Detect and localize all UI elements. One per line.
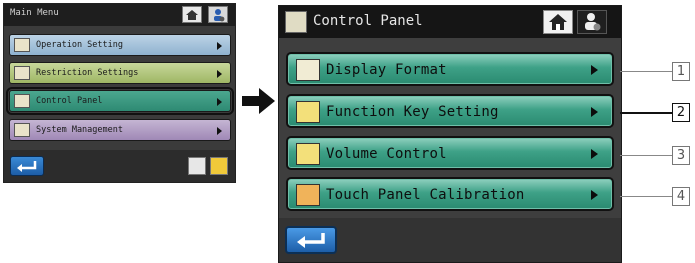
callout-line (620, 112, 672, 114)
control-panel-screen: Control Panel Display Format Function Ke… (278, 5, 622, 263)
menu-item-operation-setting[interactable]: Operation Setting (9, 34, 231, 56)
display-format-icon (296, 59, 320, 81)
menu-item-label: Restriction Settings (36, 68, 139, 78)
tools-icon[interactable] (210, 157, 228, 175)
page-title: Control Panel (313, 13, 423, 29)
item-label: Display Format (326, 62, 447, 78)
control-panel-icon (14, 94, 30, 108)
menu-item-control-panel[interactable]: Control Panel (6, 87, 234, 115)
menu-item-label: System Management (36, 125, 123, 135)
user-settings-icon[interactable] (208, 6, 228, 23)
return-arrow-icon (297, 233, 325, 248)
arrow-right-icon (591, 190, 598, 200)
arrow-right-icon (591, 107, 598, 117)
user-settings-button[interactable] (577, 10, 607, 34)
back-button[interactable] (10, 156, 44, 176)
arrow-right-icon (217, 127, 222, 135)
user-settings-icon (585, 13, 601, 31)
callout-line (620, 71, 672, 72)
restriction-settings-icon (14, 66, 30, 80)
callout-line (620, 155, 672, 156)
menu-item-system-management[interactable]: System Management (9, 119, 231, 141)
main-menu-title: Main Menu (10, 8, 59, 18)
display-format-button[interactable]: Display Format (286, 52, 614, 86)
touch-calibration-icon (296, 184, 320, 206)
control-panel-icon (285, 11, 307, 33)
system-management-icon (14, 123, 30, 137)
home-icon[interactable] (182, 6, 202, 23)
volume-control-button[interactable]: Volume Control (286, 136, 614, 170)
home-button[interactable] (543, 10, 573, 34)
back-button[interactable] (285, 226, 337, 254)
arrow-right-icon (591, 149, 598, 159)
home-icon (549, 14, 567, 30)
menu-item-label: Operation Setting (36, 40, 123, 50)
navigation-arrow-icon (242, 88, 275, 114)
item-label: Volume Control (326, 146, 447, 162)
menu-item-label: Control Panel (36, 96, 103, 106)
function-key-setting-button[interactable]: Function Key Setting (286, 94, 614, 128)
callout-4: 4 (672, 187, 690, 206)
function-key-icon (296, 101, 320, 123)
arrow-right-icon (217, 98, 222, 106)
volume-icon (296, 143, 320, 165)
operation-setting-icon (14, 38, 30, 52)
arrow-right-icon (217, 70, 222, 78)
control-panel-header: Control Panel (279, 6, 621, 38)
callout-1: 1 (672, 62, 690, 81)
callout-line (620, 196, 672, 197)
callout-3: 3 (672, 146, 690, 165)
item-label: Touch Panel Calibration (326, 187, 525, 203)
main-menu-header: Main Menu (4, 4, 235, 26)
arrow-right-icon (217, 42, 222, 50)
main-menu-footer (4, 150, 235, 182)
return-arrow-icon (17, 161, 37, 172)
maintenance-icon[interactable] (188, 157, 206, 175)
control-panel-footer (279, 218, 621, 262)
item-label: Function Key Setting (326, 104, 499, 120)
menu-item-restriction-settings[interactable]: Restriction Settings (9, 62, 231, 84)
touch-panel-calibration-button[interactable]: Touch Panel Calibration (286, 177, 614, 211)
callout-2: 2 (672, 103, 690, 122)
arrow-right-icon (591, 65, 598, 75)
main-menu-panel: Main Menu Operation Setting Restriction … (3, 3, 236, 183)
